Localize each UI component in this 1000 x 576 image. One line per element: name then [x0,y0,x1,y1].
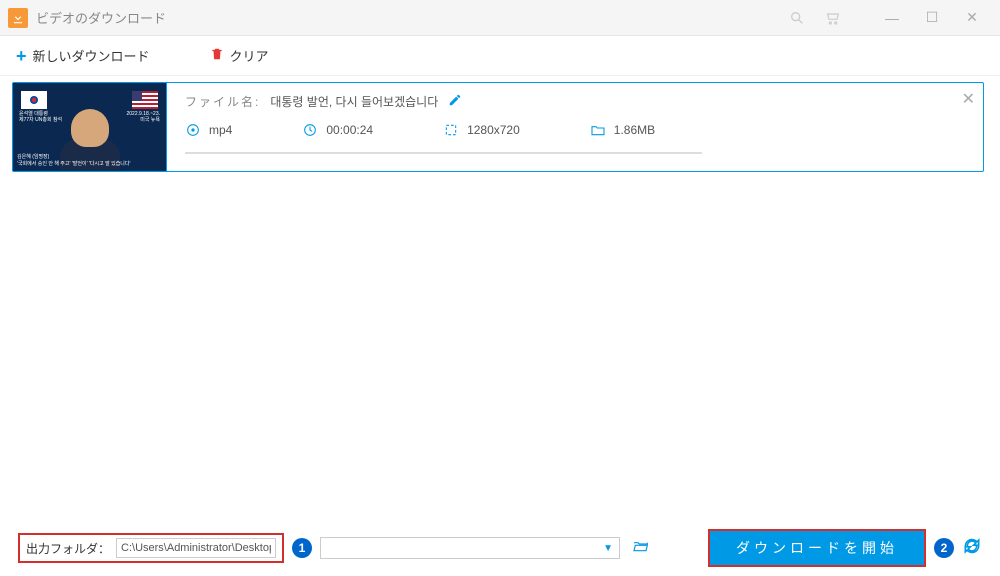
plus-icon: + [16,47,27,65]
video-thumbnail: 윤석열 대통령제77차 UN총회 참석 2022.9.18.~23.미국 뉴욕 … [13,83,167,171]
new-download-button[interactable]: + 新しいダウンロード [16,46,150,65]
filename-value: 대통령 발언, 다시 들어보겠습니다 [270,93,438,110]
maximize-button[interactable]: ☐ [912,4,952,32]
duration-value: 00:00:24 [326,123,373,137]
bottom-bar: 出力フォルダ： 1 ▼ ダウンロードを開始 2 [0,520,1000,576]
folder-icon [590,122,606,138]
thumb-text-left: 윤석열 대통령제77차 UN총회 참석 [19,111,62,123]
output-folder-label: 出力フォルダ： [26,540,110,557]
annotation-1: 1 [292,538,312,558]
thumb-person [71,109,109,147]
toolbar: + 新しいダウンロード クリア [0,36,1000,76]
titlebar: ビデオのダウンロード — ☐ ✕ [0,0,1000,36]
filename-label: ファイル名: [185,93,260,110]
search-icon[interactable] [788,9,806,27]
flag-us-icon [132,91,158,109]
remove-item-button[interactable]: ✕ [962,89,975,109]
output-folder-group: 出力フォルダ： [18,533,284,563]
start-download-button[interactable]: ダウンロードを開始 [708,529,926,567]
cart-icon[interactable] [824,9,842,27]
flag-kr-icon [21,91,47,109]
close-window-button[interactable]: ✕ [952,4,992,32]
meta-resolution: 1280x720 [443,122,520,138]
edit-filename-button[interactable] [448,93,462,110]
resolution-value: 1280x720 [467,123,520,137]
size-value: 1.86MB [614,123,655,137]
clock-icon [302,122,318,138]
resolution-icon [443,122,459,138]
minimize-button[interactable]: — [872,4,912,32]
thumb-caption: 김은혜 (임명장) '국회에서 승인 안 해 주고' '발언이' '다시고 말 … [13,152,166,169]
app-icon [8,8,28,28]
thumb-text-right: 2022.9.18.~23.미국 뉴욕 [126,111,160,123]
window-title: ビデオのダウンロード [36,8,788,27]
progress-bar [185,152,702,154]
meta-row: mp4 00:00:24 1280x720 [185,122,969,138]
meta-duration: 00:00:24 [302,122,373,138]
format-dropdown[interactable]: ▼ [320,537,620,559]
output-folder-input[interactable] [116,538,276,558]
format-value: mp4 [209,123,232,137]
item-body: ✕ ファイル名: 대통령 발언, 다시 들어보겠습니다 mp4 [179,83,983,171]
open-folder-button[interactable] [630,538,650,559]
download-arrow-icon [11,11,25,25]
refresh-button[interactable] [962,536,982,561]
title-right-icons: — ☐ ✕ [788,4,992,32]
clear-label: クリア [230,46,269,65]
download-list: 윤석열 대통령제77차 UN총회 참석 2022.9.18.~23.미국 뉴욕 … [0,76,1000,172]
new-download-label: 新しいダウンロード [33,46,150,65]
meta-format: mp4 [185,122,232,138]
meta-size: 1.86MB [590,122,655,138]
download-item[interactable]: 윤석열 대통령제77차 UN총회 참석 2022.9.18.~23.미국 뉴욕 … [12,82,984,172]
annotation-2: 2 [934,538,954,558]
chevron-down-icon: ▼ [603,543,613,554]
clear-button[interactable]: クリア [210,46,269,65]
format-icon [185,122,201,138]
start-download-label: ダウンロードを開始 [736,538,898,558]
trash-icon [210,47,224,64]
